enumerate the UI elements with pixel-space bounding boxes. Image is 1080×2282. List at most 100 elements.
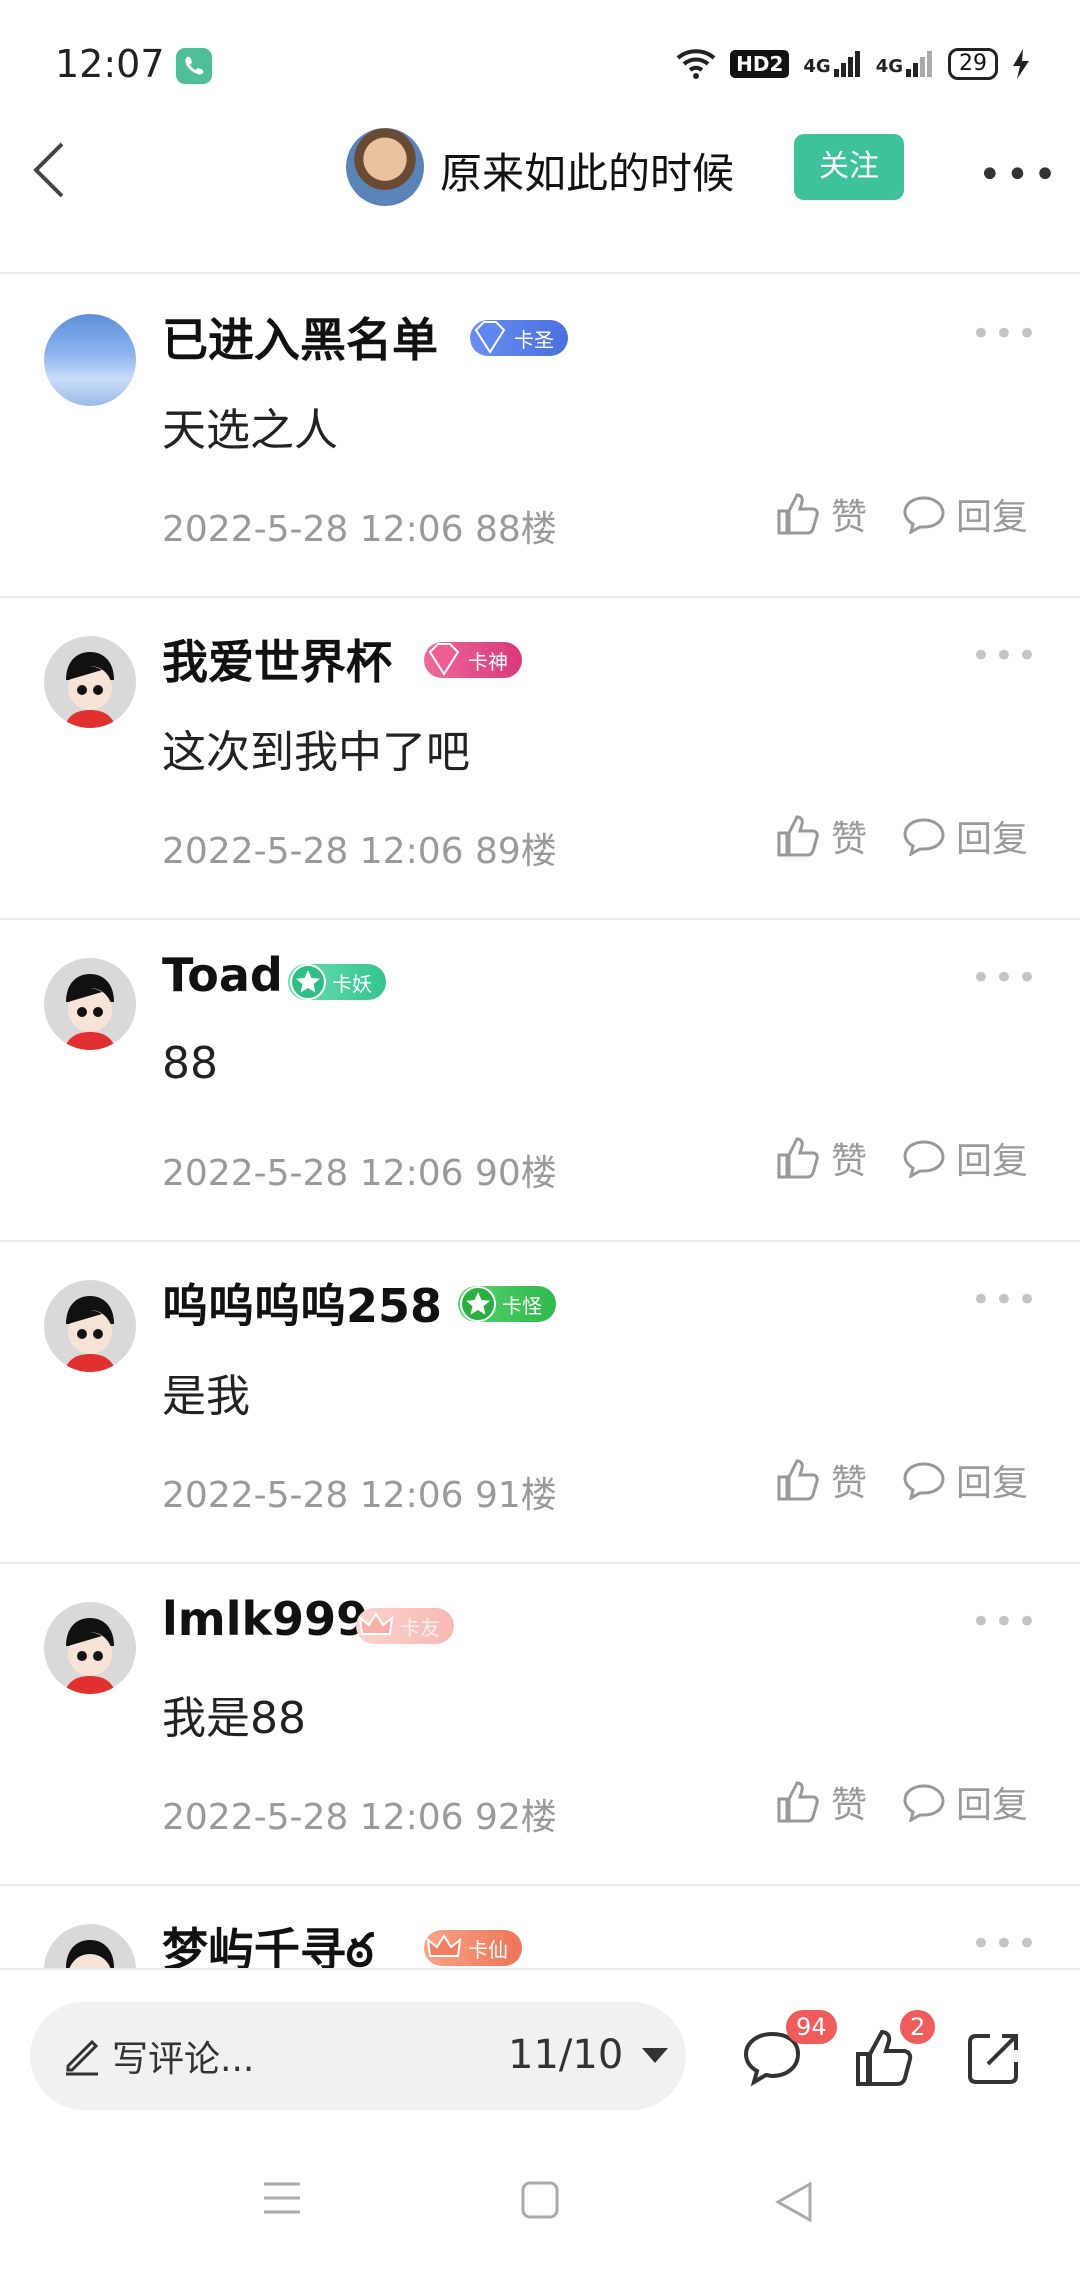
- network-type-2: 4G: [875, 56, 903, 77]
- avatar[interactable]: [44, 1280, 136, 1372]
- more-options-icon[interactable]: •••: [978, 152, 1061, 198]
- badge-label: 卡圣: [514, 327, 554, 352]
- back-triangle-icon: [774, 2181, 812, 2223]
- back-button[interactable]: [30, 140, 70, 200]
- chat-bubble-icon: [903, 818, 945, 856]
- comment-username[interactable]: lmlk999: [162, 1592, 368, 1646]
- signal-icon-1: 4G: [803, 51, 861, 77]
- bottom-bar: 写评论... 11/10 94 2: [0, 1968, 1080, 2282]
- comment-item[interactable]: 已进入黑名单 卡圣 ••• 天选之人 2022-5-28 12:06 88楼 赞…: [0, 274, 1080, 596]
- like-label: 赞: [831, 497, 868, 538]
- like-button[interactable]: 赞: [775, 1132, 867, 1184]
- comment-text: 天选之人: [162, 405, 338, 456]
- comment-input[interactable]: 写评论... 11/10: [30, 2002, 686, 2110]
- nav-back-button[interactable]: [774, 2180, 814, 2228]
- comment-more-icon[interactable]: •••: [971, 1280, 1040, 1320]
- chat-bubble-icon: [903, 1140, 945, 1178]
- badge-label: 卡神: [468, 649, 508, 674]
- comment-username[interactable]: 呜呜呜呜258: [162, 1270, 442, 1336]
- comment-username[interactable]: 已进入黑名单: [162, 304, 438, 370]
- comment-username[interactable]: 我爱世界杯: [162, 626, 392, 692]
- comment-input-placeholder: 写评论...: [112, 2039, 255, 2080]
- like-button[interactable]: 赞: [775, 1454, 867, 1506]
- comment-count-badge: 94: [786, 2010, 837, 2044]
- reply-button[interactable]: 回复: [902, 1454, 1028, 1506]
- comment-item[interactable]: 我爱世界杯 卡神 ••• 这次到我中了吧 2022-5-28 12:06 89楼…: [0, 596, 1080, 918]
- battery-icon: 29: [948, 48, 998, 80]
- badge-label: 卡怪: [502, 1293, 542, 1318]
- star-icon: [290, 964, 326, 1000]
- crown-icon: [426, 1934, 462, 1957]
- reply-label: 回复: [956, 1141, 1029, 1182]
- author-avatar[interactable]: [346, 128, 424, 206]
- avatar[interactable]: [44, 1924, 136, 1968]
- diamond-icon: [428, 643, 460, 676]
- nav-home-button[interactable]: [520, 2180, 560, 2224]
- share-button[interactable]: [962, 2026, 1026, 2090]
- comment-more-icon[interactable]: •••: [971, 314, 1040, 354]
- comment-username[interactable]: Toad: [162, 948, 283, 1002]
- nav-menu-button[interactable]: [262, 2180, 302, 2220]
- comment-meta: 2022-5-28 12:06 92楼: [162, 1797, 557, 1838]
- reply-button[interactable]: 回复: [902, 1132, 1028, 1184]
- avatar[interactable]: [44, 314, 136, 406]
- charging-icon: [1013, 49, 1029, 79]
- crown-icon: [358, 1612, 394, 1635]
- badge-label: 卡友: [400, 1615, 440, 1640]
- status-icons: HD2 4G 4G 29: [676, 44, 1030, 84]
- reply-label: 回复: [956, 1785, 1029, 1826]
- share-icon: [968, 2034, 1018, 2084]
- thumbs-up-icon: [777, 1137, 819, 1179]
- comment-more-icon[interactable]: •••: [971, 958, 1040, 998]
- diamond-icon: [474, 321, 506, 354]
- page-indicator[interactable]: 11/10: [508, 2032, 623, 2078]
- avatar[interactable]: [44, 636, 136, 728]
- avatar[interactable]: [44, 1602, 136, 1694]
- like-button[interactable]: 赞: [775, 810, 867, 862]
- comment-text: 是我: [162, 1371, 250, 1422]
- like-label: 赞: [831, 1785, 868, 1826]
- comment-text: 这次到我中了吧: [162, 727, 470, 778]
- comment-meta: 2022-5-28 12:06 88楼: [162, 509, 557, 550]
- comment-meta: 2022-5-28 12:06 89楼: [162, 831, 557, 872]
- comment-meta: 2022-5-28 12:06 90楼: [162, 1153, 557, 1194]
- comment-text: 我是88: [162, 1693, 306, 1744]
- thumbs-up-icon: [777, 1459, 819, 1501]
- star-icon: [460, 1286, 496, 1322]
- comment-item[interactable]: lmlk999 卡友 ••• 我是88 2022-5-28 12:06 92楼 …: [0, 1562, 1080, 1884]
- like-button[interactable]: 赞: [775, 488, 867, 540]
- reply-label: 回复: [956, 819, 1029, 860]
- like-label: 赞: [831, 1463, 868, 1504]
- like-button[interactable]: 赞: [775, 1776, 867, 1828]
- comment-more-icon[interactable]: •••: [971, 636, 1040, 676]
- like-count-badge: 2: [900, 2010, 936, 2044]
- like-label: 赞: [831, 819, 868, 860]
- comment-item[interactable]: Toad 卡妖 ••• 88 2022-5-28 12:06 90楼 赞 回复: [0, 918, 1080, 1240]
- avatar[interactable]: [44, 958, 136, 1050]
- reply-button[interactable]: 回复: [902, 810, 1028, 862]
- menu-icon: [264, 2182, 300, 2214]
- comment-username[interactable]: 梦屿千寻ఠ: [162, 1914, 373, 1968]
- chat-bubble-icon: [903, 1784, 945, 1822]
- level-badge: 卡神: [424, 642, 522, 678]
- reply-label: 回复: [956, 497, 1029, 538]
- level-badge: 卡怪: [458, 1286, 556, 1322]
- follow-button[interactable]: 关注: [794, 134, 904, 200]
- comment-more-icon[interactable]: •••: [971, 1924, 1040, 1964]
- comment-more-icon[interactable]: •••: [971, 1602, 1040, 1642]
- status-bar: 12:07 HD2 4G 4G 29: [0, 0, 1080, 130]
- level-badge: 卡妖: [288, 964, 386, 1000]
- signal-icon-2: 4G: [876, 51, 934, 77]
- page-title[interactable]: 原来如此的时候: [440, 140, 734, 201]
- reply-button[interactable]: 回复: [902, 488, 1028, 540]
- badge-label: 卡仙: [468, 1937, 508, 1962]
- reply-button[interactable]: 回复: [902, 1776, 1028, 1828]
- dropdown-caret-icon[interactable]: [642, 2048, 668, 2063]
- pencil-icon: [66, 2039, 99, 2076]
- badge-label: 卡妖: [332, 971, 372, 996]
- home-square-icon: [521, 2181, 559, 2219]
- thumbs-up-icon: [777, 1781, 819, 1823]
- comment-text: 88: [162, 1038, 218, 1089]
- comment-item[interactable]: 呜呜呜呜258 卡怪 ••• 是我 2022-5-28 12:06 91楼 赞 …: [0, 1240, 1080, 1562]
- comment-item[interactable]: 梦屿千寻ఠ 卡仙 •••: [0, 1884, 1080, 1968]
